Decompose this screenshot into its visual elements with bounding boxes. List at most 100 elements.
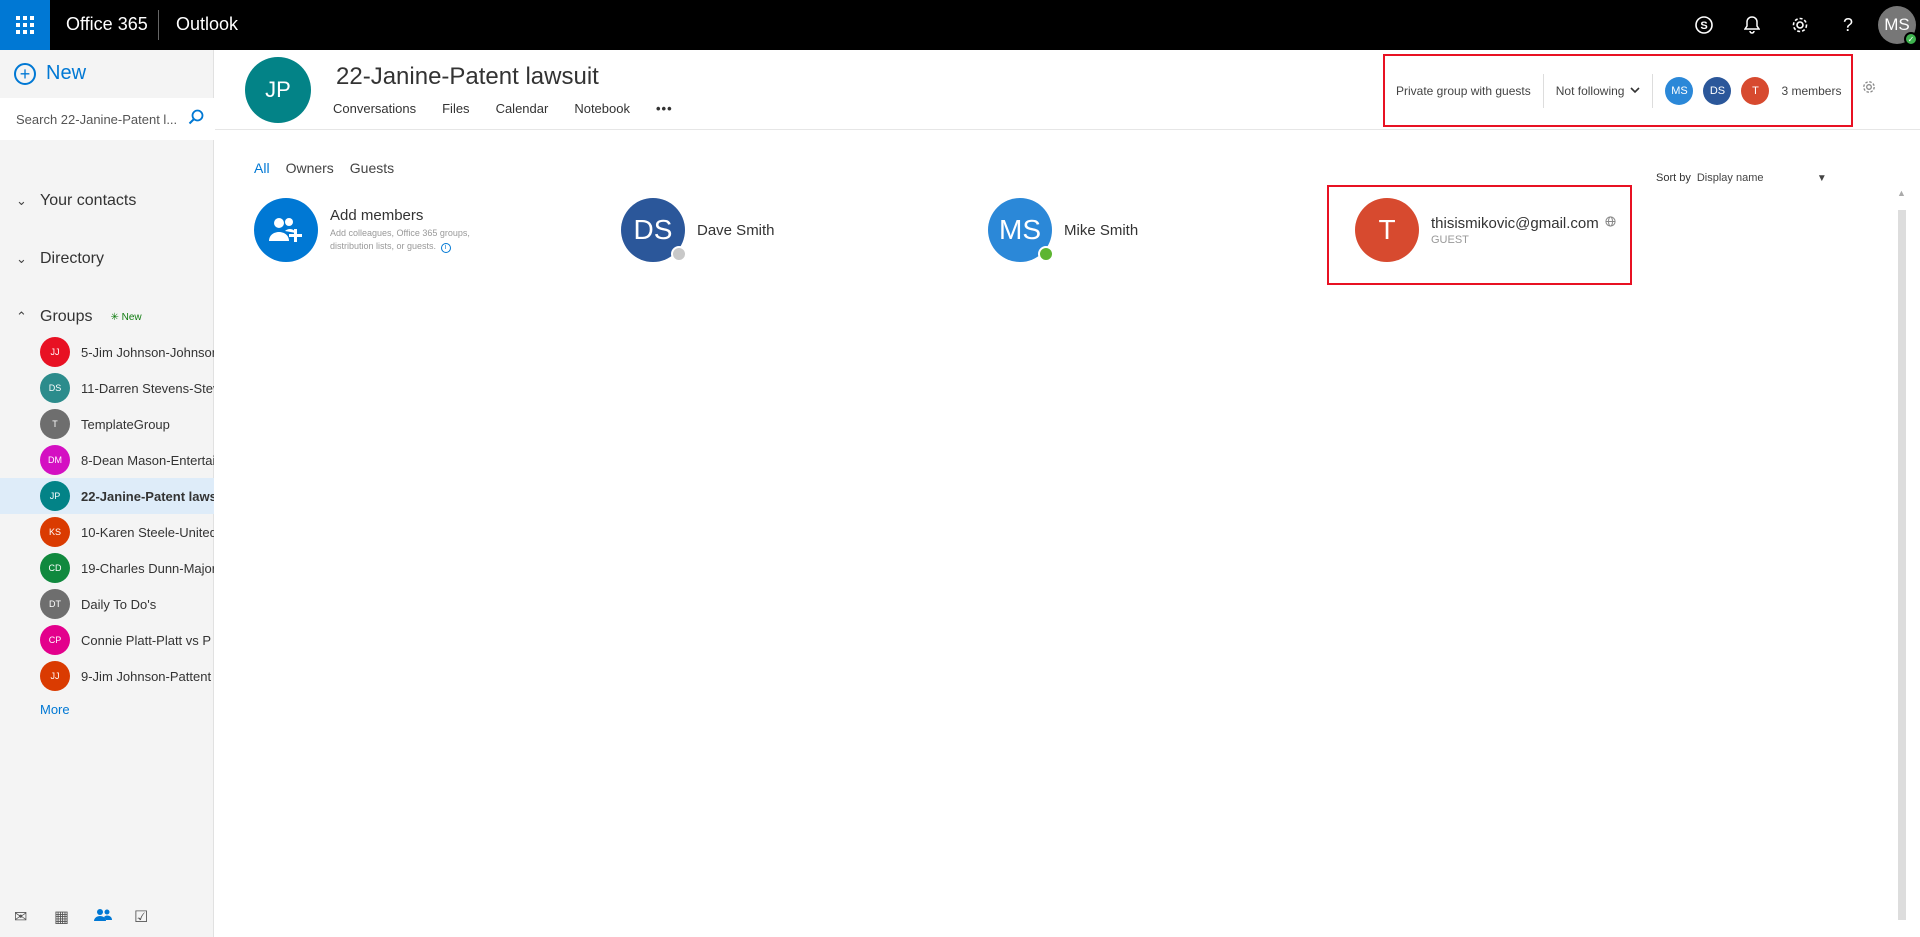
filter-guests[interactable]: Guests xyxy=(350,160,394,176)
directory-section[interactable]: ⌄ Directory xyxy=(16,250,104,268)
tab-calendar[interactable]: Calendar xyxy=(496,101,549,116)
group-item[interactable]: DM 8-Dean Mason-Entertainment xyxy=(0,442,214,478)
highlight-box xyxy=(1327,185,1632,285)
presence-available-icon xyxy=(1038,246,1054,262)
brand-divider xyxy=(158,10,159,40)
group-name: 19-Charles Dunn-Major xyxy=(81,560,214,576)
search-input[interactable]: Search 22-Janine-Patent l... xyxy=(16,112,188,127)
group-title: 22-Janine-Patent lawsuit xyxy=(336,63,599,90)
group-name: 10-Karen Steele-United xyxy=(81,524,214,540)
new-button[interactable]: + New xyxy=(14,62,86,85)
group-avatar-large: JP xyxy=(245,57,311,123)
group-item[interactable]: DS 11-Darren Stevens-Stevens xyxy=(0,370,214,406)
group-item[interactable]: CP Connie Platt-Platt vs P xyxy=(0,622,214,658)
member-card[interactable]: DS Dave Smith xyxy=(621,198,775,262)
group-avatar: JJ xyxy=(40,337,70,367)
tasks-icon[interactable]: ☑ xyxy=(134,907,174,927)
directory-label: Directory xyxy=(40,250,105,267)
tab-notebook[interactable]: Notebook xyxy=(574,101,630,116)
plus-circle-icon: + xyxy=(14,62,36,85)
presence-available-icon: ✓ xyxy=(1904,32,1918,46)
help-icon[interactable]: ? xyxy=(1824,0,1872,50)
bell-icon[interactable] xyxy=(1728,0,1776,50)
your-contacts-section[interactable]: ⌄ Your contacts xyxy=(16,192,136,210)
member-avatar: MS xyxy=(988,198,1054,262)
chevron-up-icon: ⌃ xyxy=(16,309,27,324)
add-members-card[interactable]: Add members Add colleagues, Office 365 g… xyxy=(254,198,490,262)
group-item[interactable]: DT Daily To Do's xyxy=(0,586,214,622)
skype-icon[interactable]: S xyxy=(1680,0,1728,50)
svg-text:S: S xyxy=(1700,20,1707,32)
your-contacts-label: Your contacts xyxy=(40,192,137,209)
group-avatar: DM xyxy=(40,445,70,475)
chevron-down-icon: ⌄ xyxy=(16,251,27,266)
groups-section[interactable]: ⌃ Groups ✳ New xyxy=(16,308,142,326)
more-tabs-icon[interactable]: ••• xyxy=(656,101,673,116)
group-avatar: DS xyxy=(40,373,70,403)
group-name: 5-Jim Johnson-Johnson xyxy=(81,344,214,360)
search-box[interactable]: Search 22-Janine-Patent l... xyxy=(0,98,214,140)
top-bar-actions: S ? MS ✓ xyxy=(1680,0,1920,50)
info-icon[interactable]: i xyxy=(440,243,451,253)
left-navigation-pane: + New Search 22-Janine-Patent l... ⌄ You… xyxy=(0,50,214,937)
chevron-down-icon: ⌄ xyxy=(16,193,27,208)
group-name: TemplateGroup xyxy=(81,416,170,432)
group-avatar: JP xyxy=(40,481,70,511)
member-initials: MS xyxy=(999,214,1041,245)
group-item[interactable]: JJ 9-Jim Johnson-Pattent xyxy=(0,658,214,694)
new-group-badge[interactable]: ✳ New xyxy=(110,312,141,323)
filter-owners[interactable]: Owners xyxy=(286,160,334,176)
people-icon[interactable] xyxy=(94,908,134,927)
member-initials: DS xyxy=(633,214,673,245)
group-avatar: KS xyxy=(40,517,70,547)
mail-icon[interactable]: ✉ xyxy=(14,907,54,927)
app-launcher-button[interactable] xyxy=(0,0,50,50)
group-settings-gear-icon[interactable] xyxy=(1862,80,1876,98)
new-group-badge-label: New xyxy=(121,311,142,323)
group-item[interactable]: T TemplateGroup xyxy=(0,406,214,442)
add-people-icon xyxy=(254,198,318,262)
group-avatar: T xyxy=(40,409,70,439)
group-name: Connie Platt-Platt vs P xyxy=(81,632,212,648)
more-groups-link[interactable]: More xyxy=(40,702,70,717)
scroll-up-icon[interactable]: ▲ xyxy=(1897,188,1906,198)
group-avatar: DT xyxy=(40,589,70,619)
sort-by-value[interactable]: Display name xyxy=(1697,172,1817,184)
user-avatar[interactable]: MS ✓ xyxy=(1878,6,1918,46)
add-members-title: Add members xyxy=(330,207,424,224)
group-item[interactable]: CD 19-Charles Dunn-Major xyxy=(0,550,214,586)
member-avatar: DS xyxy=(621,198,687,262)
scrollbar[interactable] xyxy=(1898,210,1906,920)
scrollbar-thumb[interactable] xyxy=(1898,210,1906,920)
search-icon[interactable] xyxy=(188,109,204,130)
calendar-icon[interactable]: ▦ xyxy=(54,907,94,927)
sort-by-label: Sort by xyxy=(1656,172,1691,184)
gear-icon[interactable] xyxy=(1776,0,1824,50)
group-item[interactable]: JJ 5-Jim Johnson-Johnson xyxy=(0,334,214,370)
group-item[interactable]: JP 22-Janine-Patent lawsuit xyxy=(0,478,214,514)
caret-down-icon[interactable]: ▼ xyxy=(1817,173,1827,184)
app-name[interactable]: Outlook xyxy=(176,14,238,35)
user-initials: MS xyxy=(1884,15,1910,34)
group-name: 8-Dean Mason-Entertainment xyxy=(81,452,214,468)
presence-offline-icon xyxy=(671,246,687,262)
header-divider xyxy=(215,129,1920,130)
groups-label: Groups xyxy=(40,308,93,325)
sort-by-control[interactable]: Sort by Display name ▼ xyxy=(1656,172,1827,184)
top-bar: Office 365 Outlook S ? MS ✓ xyxy=(0,0,1920,50)
member-card[interactable]: MS Mike Smith xyxy=(988,198,1138,262)
office-365-brand[interactable]: Office 365 xyxy=(66,14,148,35)
group-name: 11-Darren Stevens-Stevens xyxy=(81,380,214,396)
group-tabs: Conversations Files Calendar Notebook ••… xyxy=(333,101,699,116)
group-avatar: CD xyxy=(40,553,70,583)
group-avatar: CP xyxy=(40,625,70,655)
group-item[interactable]: KS 10-Karen Steele-United xyxy=(0,514,214,550)
tab-files[interactable]: Files xyxy=(442,101,469,116)
group-name: Daily To Do's xyxy=(81,596,157,612)
highlight-box xyxy=(1383,54,1853,127)
filter-all[interactable]: All xyxy=(254,160,270,176)
group-avatar: JJ xyxy=(40,661,70,691)
member-name: Mike Smith xyxy=(1064,221,1139,239)
group-name: 22-Janine-Patent lawsuit xyxy=(81,488,214,504)
tab-conversations[interactable]: Conversations xyxy=(333,101,416,116)
